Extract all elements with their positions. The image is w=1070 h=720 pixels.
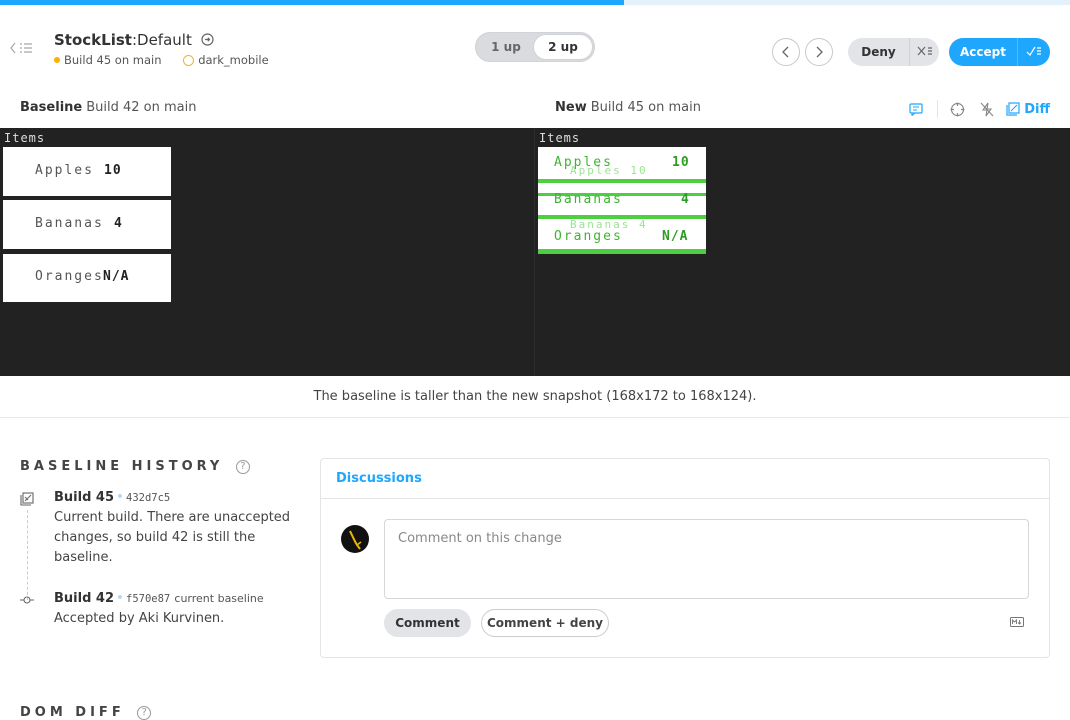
next-button[interactable] <box>805 38 833 66</box>
new-label: New Build 45 on main <box>555 100 701 115</box>
header: StockList:Default Build 45 on main dark_… <box>0 5 1070 83</box>
baseline-history-title: BASELINE HISTORY ? <box>20 459 250 474</box>
new-snapshot-card: Apples 10 Apples 10 Bananas 4 Bananas 4 … <box>538 147 706 254</box>
help-icon[interactable]: ? <box>235 460 250 474</box>
history-description: Current build. There are unaccepted chan… <box>54 510 291 565</box>
separator-dot <box>118 494 122 498</box>
diff-line <box>538 249 706 254</box>
commit-icon <box>20 592 34 611</box>
row-name: Bananas <box>35 216 104 231</box>
row-qty: 4 <box>114 216 123 231</box>
snapshot-canvas: Items Apples 10 Bananas 4 Oranges N/A It… <box>0 128 1070 376</box>
new-row-qty-apples: 10 <box>672 155 690 170</box>
baseline-subtitle: Build 42 on main <box>86 100 197 115</box>
tool-divider <box>937 100 939 118</box>
avatar <box>341 525 369 553</box>
chevron-right-icon <box>816 46 823 58</box>
story-title-block: StockList:Default Build 45 on main dark_… <box>54 31 269 67</box>
new-row-name-bananas: Bananas <box>554 192 623 207</box>
row-qty: 10 <box>104 163 122 178</box>
comment-input[interactable] <box>384 519 1029 599</box>
diff-label: Diff <box>1024 101 1050 117</box>
diff-ghost-apples: Apples 10 <box>570 164 648 177</box>
baseline-title: Baseline <box>20 100 83 115</box>
build-label[interactable]: Build 45 on main <box>64 53 162 67</box>
diff-icon <box>1006 102 1020 116</box>
discussions-header: Discussions <box>321 459 1049 499</box>
one-up-option[interactable]: 1 up <box>478 35 534 59</box>
commit-sha: f570e87 <box>126 593 171 605</box>
new-title: New <box>555 100 587 115</box>
separator-dot <box>118 595 122 599</box>
dom-diff-title: DOM DIFF ? <box>20 705 152 720</box>
accept-button-group: Accept <box>949 38 1050 66</box>
new-row-qty-oranges: N/A <box>662 229 689 244</box>
build-meta: Build 45 on main dark_mobile <box>54 53 269 67</box>
baseline-row-bananas: Bananas 4 <box>3 200 171 249</box>
new-row-qty-bananas: 4 <box>681 192 690 207</box>
accept-batch-button[interactable] <box>1017 38 1050 66</box>
deny-button-group: Deny <box>848 38 939 66</box>
history-entry: Build 45 432d7c5 Current build. There are… <box>54 488 304 568</box>
browser-icon <box>183 55 195 66</box>
strobe-toggle[interactable] <box>976 99 998 119</box>
markdown-icon[interactable] <box>1010 617 1024 627</box>
arrow-circle-icon[interactable] <box>201 32 214 50</box>
view-mode-toggle: 1 up 2 up <box>475 32 595 62</box>
chevron-left-icon <box>782 46 789 58</box>
new-subtitle: Build 45 on main <box>590 100 701 115</box>
batch-deny-icon <box>917 46 932 56</box>
back-list-icon <box>10 42 32 54</box>
back-button[interactable] <box>10 40 36 54</box>
browser-label: dark_mobile <box>198 53 269 67</box>
baseline-history-heading: BASELINE HISTORY <box>20 459 224 474</box>
baseline-row-oranges: Oranges N/A <box>3 254 171 302</box>
commit-sha: 432d7c5 <box>126 492 171 504</box>
baseline-items-heading: Items <box>4 131 46 145</box>
history-build[interactable]: Build 45 <box>54 490 114 505</box>
comment-icon <box>909 102 923 116</box>
compare-bar: Baseline Build 42 on main New Build 45 on … <box>0 92 1070 128</box>
row-name: Oranges <box>35 269 104 284</box>
two-up-option[interactable]: 2 up <box>534 35 592 59</box>
history-entry: Build 42 f570e87 current baseline Accepte… <box>54 589 304 629</box>
build-status-dot <box>54 57 60 63</box>
diff-line <box>538 179 706 183</box>
comment-button[interactable]: Comment <box>384 609 471 637</box>
story-variant: Default <box>137 31 192 49</box>
help-icon[interactable]: ? <box>137 706 152 720</box>
comment-deny-button[interactable]: Comment + deny <box>481 609 609 637</box>
size-notice: The baseline is taller than the new snap… <box>0 376 1070 418</box>
deny-batch-button[interactable] <box>909 38 939 66</box>
discussions-title: Discussions <box>336 471 422 486</box>
comments-toggle[interactable] <box>905 99 927 119</box>
crosshair-icon <box>950 102 965 116</box>
build-icon <box>20 491 34 510</box>
story-name: StockList <box>54 31 132 49</box>
history-description: Accepted by Aki Kurvinen. <box>54 611 225 626</box>
row-name: Apples <box>35 163 94 178</box>
discussions-panel: Discussions Comment Comment + deny <box>320 458 1050 658</box>
row-qty: N/A <box>103 269 130 284</box>
lightning-off-icon <box>980 102 994 116</box>
baseline-row-apples: Apples 10 <box>3 147 171 196</box>
focus-toggle[interactable] <box>946 99 968 119</box>
canvas-divider <box>534 128 535 376</box>
view-tools: Diff <box>897 99 1050 119</box>
diff-toggle[interactable]: Diff <box>1006 99 1050 119</box>
previous-button[interactable] <box>772 38 800 66</box>
page-title: StockList:Default <box>54 31 269 50</box>
dom-diff-heading: DOM DIFF <box>20 705 125 720</box>
deny-button[interactable]: Deny <box>848 38 909 66</box>
history-build[interactable]: Build 42 <box>54 591 114 606</box>
batch-accept-icon <box>1026 46 1041 56</box>
new-row-name-oranges: Oranges <box>554 229 623 244</box>
baseline-note: current baseline <box>174 592 264 605</box>
new-items-heading: Items <box>539 131 581 145</box>
accept-button[interactable]: Accept <box>949 38 1017 66</box>
history-timeline <box>27 510 28 600</box>
baseline-label: Baseline Build 42 on main <box>20 100 196 115</box>
